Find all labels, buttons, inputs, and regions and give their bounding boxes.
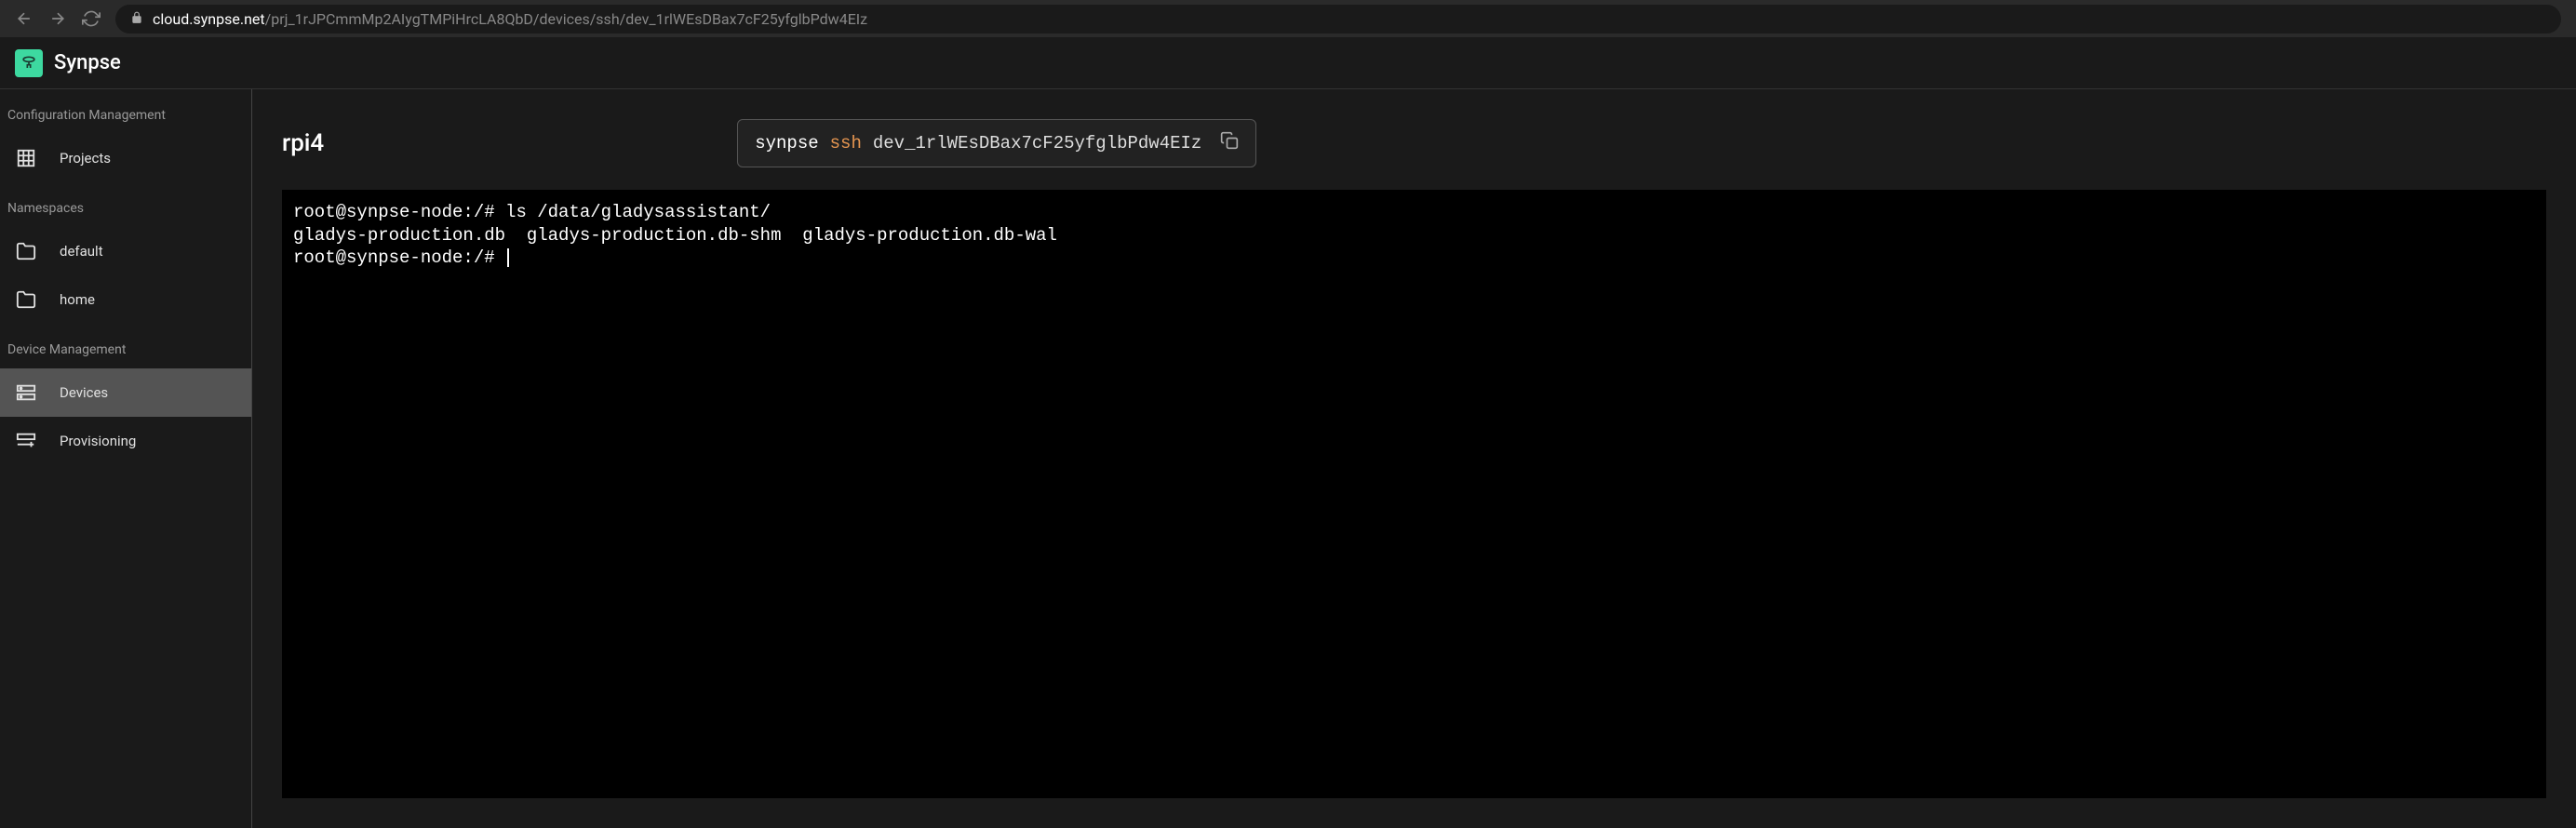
ssh-command-box: synpse ssh dev_1rlWEsDBax7cF25yfglbPdw4E…: [737, 119, 1256, 167]
ssh-cmd-action: ssh: [830, 133, 862, 154]
sidebar-section-namespaces: Namespaces: [0, 182, 251, 227]
ssh-cmd-app: synpse: [755, 133, 818, 154]
app-logo[interactable]: [15, 49, 43, 77]
address-bar[interactable]: cloud.synpse.net/prj_1rJPCmmMp2AIygTMPiH…: [115, 5, 2561, 33]
sidebar-item-provisioning[interactable]: Provisioning: [0, 417, 251, 465]
sidebar-item-label: default: [60, 243, 103, 260]
ssh-cmd-id: dev_1rlWEsDBax7cF25yfglbPdw4EIz: [873, 133, 1201, 154]
sidebar-item-label: Devices: [60, 384, 108, 401]
sidebar-item-label: Provisioning: [60, 433, 136, 449]
sidebar-item-label: Projects: [60, 150, 111, 167]
sidebar: Configuration Management Projects Namesp…: [0, 89, 252, 828]
copy-icon[interactable]: [1220, 131, 1239, 155]
sidebar-item-projects[interactable]: Projects: [0, 134, 251, 182]
sidebar-item-devices[interactable]: Devices: [0, 368, 251, 417]
sidebar-section-device: Device Management: [0, 324, 251, 368]
sidebar-item-home[interactable]: home: [0, 275, 251, 324]
terminal-line: root@synpse-node:/# ls /data/gladysassis…: [293, 201, 2535, 224]
sidebar-item-label: home: [60, 291, 95, 308]
sidebar-item-default[interactable]: default: [0, 227, 251, 275]
content-header: rpi4 synpse ssh dev_1rlWEsDBax7cF25yfglb…: [282, 119, 2546, 167]
folder-icon: [15, 288, 37, 311]
url-host: cloud.synpse.net: [153, 10, 265, 28]
url-path: /prj_1rJPCmmMp2AIygTMPiHrcLA8QbD/devices…: [265, 10, 867, 28]
terminal-prompt-line: root@synpse-node:/#: [293, 247, 2535, 270]
reload-icon[interactable]: [82, 9, 101, 28]
app-title: Synpse: [54, 51, 121, 74]
terminal[interactable]: root@synpse-node:/# ls /data/gladysassis…: [282, 190, 2546, 798]
devices-icon: [15, 381, 37, 404]
terminal-cursor: [507, 248, 509, 267]
folder-icon: [15, 240, 37, 262]
app-header: Synpse: [0, 37, 2576, 89]
provisioning-icon: [15, 430, 37, 452]
projects-icon: [15, 147, 37, 169]
terminal-line: gladys-production.db gladys-production.d…: [293, 224, 2535, 247]
url-text: cloud.synpse.net/prj_1rJPCmmMp2AIygTMPiH…: [153, 10, 867, 28]
forward-icon[interactable]: [48, 9, 67, 28]
back-icon[interactable]: [15, 9, 34, 28]
content: rpi4 synpse ssh dev_1rlWEsDBax7cF25yfglb…: [252, 89, 2576, 828]
terminal-line: root@synpse-node:/#: [293, 247, 505, 268]
sidebar-section-config: Configuration Management: [0, 89, 251, 134]
main-container: Configuration Management Projects Namesp…: [0, 89, 2576, 828]
lock-icon: [130, 10, 143, 28]
browser-bar: cloud.synpse.net/prj_1rJPCmmMp2AIygTMPiH…: [0, 0, 2576, 37]
page-title: rpi4: [282, 129, 324, 157]
